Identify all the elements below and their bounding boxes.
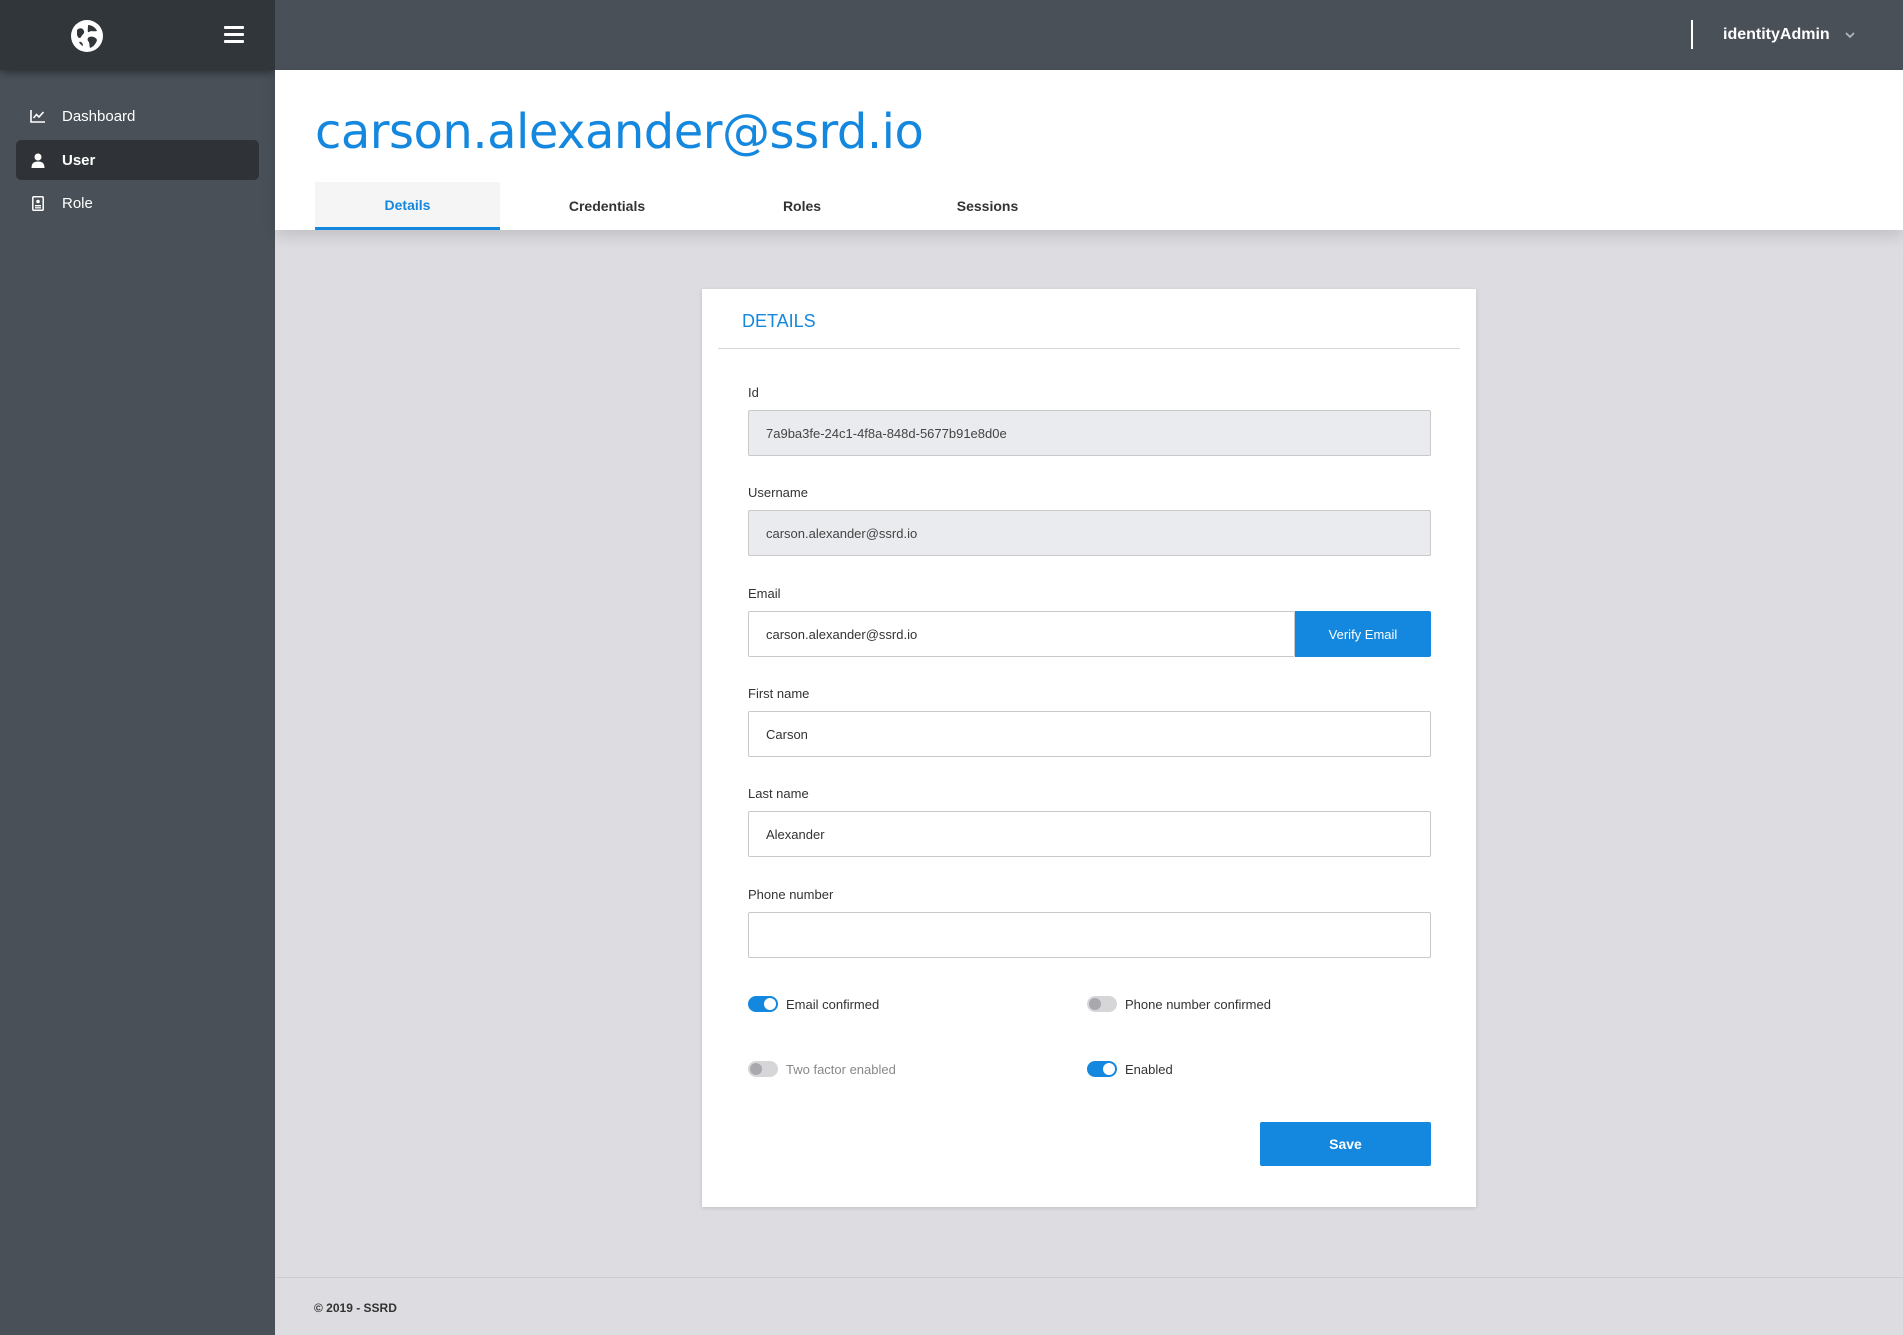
user-menu[interactable]: identityAdmin bbox=[1723, 26, 1856, 44]
two-factor-label: Two factor enabled bbox=[786, 1061, 896, 1077]
sidebar: Dashboard User Role bbox=[0, 0, 275, 1335]
phone-confirmed-toggle-row: Phone number confirmed bbox=[1087, 996, 1271, 1012]
first-name-field[interactable] bbox=[748, 711, 1431, 757]
id-label: Id bbox=[748, 385, 759, 400]
phone-label: Phone number bbox=[748, 887, 834, 902]
enabled-toggle-row: Enabled bbox=[1087, 1061, 1173, 1077]
email-label: Email bbox=[748, 586, 781, 601]
menu-toggle-icon[interactable] bbox=[224, 26, 244, 44]
sidebar-item-role[interactable]: Role bbox=[16, 183, 259, 223]
sidebar-item-dashboard[interactable]: Dashboard bbox=[16, 96, 259, 136]
topbar-divider bbox=[1691, 20, 1693, 49]
id-field[interactable] bbox=[748, 410, 1431, 456]
chart-line-icon bbox=[30, 108, 46, 124]
user-icon bbox=[30, 152, 46, 168]
last-name-field[interactable] bbox=[748, 811, 1431, 857]
phone-confirmed-label: Phone number confirmed bbox=[1125, 996, 1271, 1012]
sidebar-header bbox=[0, 0, 275, 70]
card-title: DETAILS bbox=[742, 311, 816, 331]
tab-roles[interactable]: Roles bbox=[714, 182, 890, 230]
sidebar-item-label: User bbox=[62, 151, 96, 169]
first-name-label: First name bbox=[748, 686, 810, 701]
tab-sessions[interactable]: Sessions bbox=[890, 182, 1085, 230]
enabled-label: Enabled bbox=[1125, 1061, 1173, 1077]
footer: © 2019 - SSRD bbox=[275, 1277, 1903, 1335]
username-label: Username bbox=[748, 485, 808, 500]
top-bar: identityAdmin bbox=[275, 0, 1903, 70]
tab-details[interactable]: Details bbox=[315, 182, 500, 230]
page-header: carson.alexander@ssrd.io Details Credent… bbox=[275, 70, 1903, 230]
sidebar-item-user[interactable]: User bbox=[16, 140, 259, 180]
enabled-toggle[interactable] bbox=[1087, 1061, 1117, 1077]
id-card-icon bbox=[30, 195, 46, 211]
phone-confirmed-toggle[interactable] bbox=[1087, 996, 1117, 1012]
two-factor-toggle[interactable] bbox=[748, 1061, 778, 1077]
email-confirmed-label: Email confirmed bbox=[786, 996, 880, 1012]
details-card: DETAILS Id Username Email Verify Email F… bbox=[702, 289, 1476, 1207]
two-factor-toggle-row: Two factor enabled bbox=[748, 1061, 896, 1077]
chevron-down-icon bbox=[1845, 32, 1855, 39]
email-confirmed-toggle[interactable] bbox=[748, 996, 778, 1012]
globe-logo-icon[interactable] bbox=[69, 18, 105, 54]
tab-bar: Details Credentials Roles Sessions bbox=[315, 182, 1085, 230]
last-name-label: Last name bbox=[748, 786, 809, 801]
footer-copyright: © 2019 - SSRD bbox=[314, 1301, 397, 1315]
sidebar-item-label: Dashboard bbox=[62, 107, 136, 125]
verify-email-button[interactable]: Verify Email bbox=[1295, 611, 1431, 657]
user-name: identityAdmin bbox=[1723, 26, 1830, 43]
card-divider bbox=[718, 348, 1460, 349]
page-title: carson.alexander@ssrd.io bbox=[315, 104, 924, 160]
email-confirmed-toggle-row: Email confirmed bbox=[748, 996, 879, 1012]
tab-credentials[interactable]: Credentials bbox=[500, 182, 714, 230]
save-button[interactable]: Save bbox=[1260, 1122, 1431, 1166]
phone-field[interactable] bbox=[748, 912, 1431, 958]
sidebar-item-label: Role bbox=[62, 194, 93, 212]
username-field[interactable] bbox=[748, 510, 1431, 556]
email-field[interactable] bbox=[748, 611, 1295, 657]
